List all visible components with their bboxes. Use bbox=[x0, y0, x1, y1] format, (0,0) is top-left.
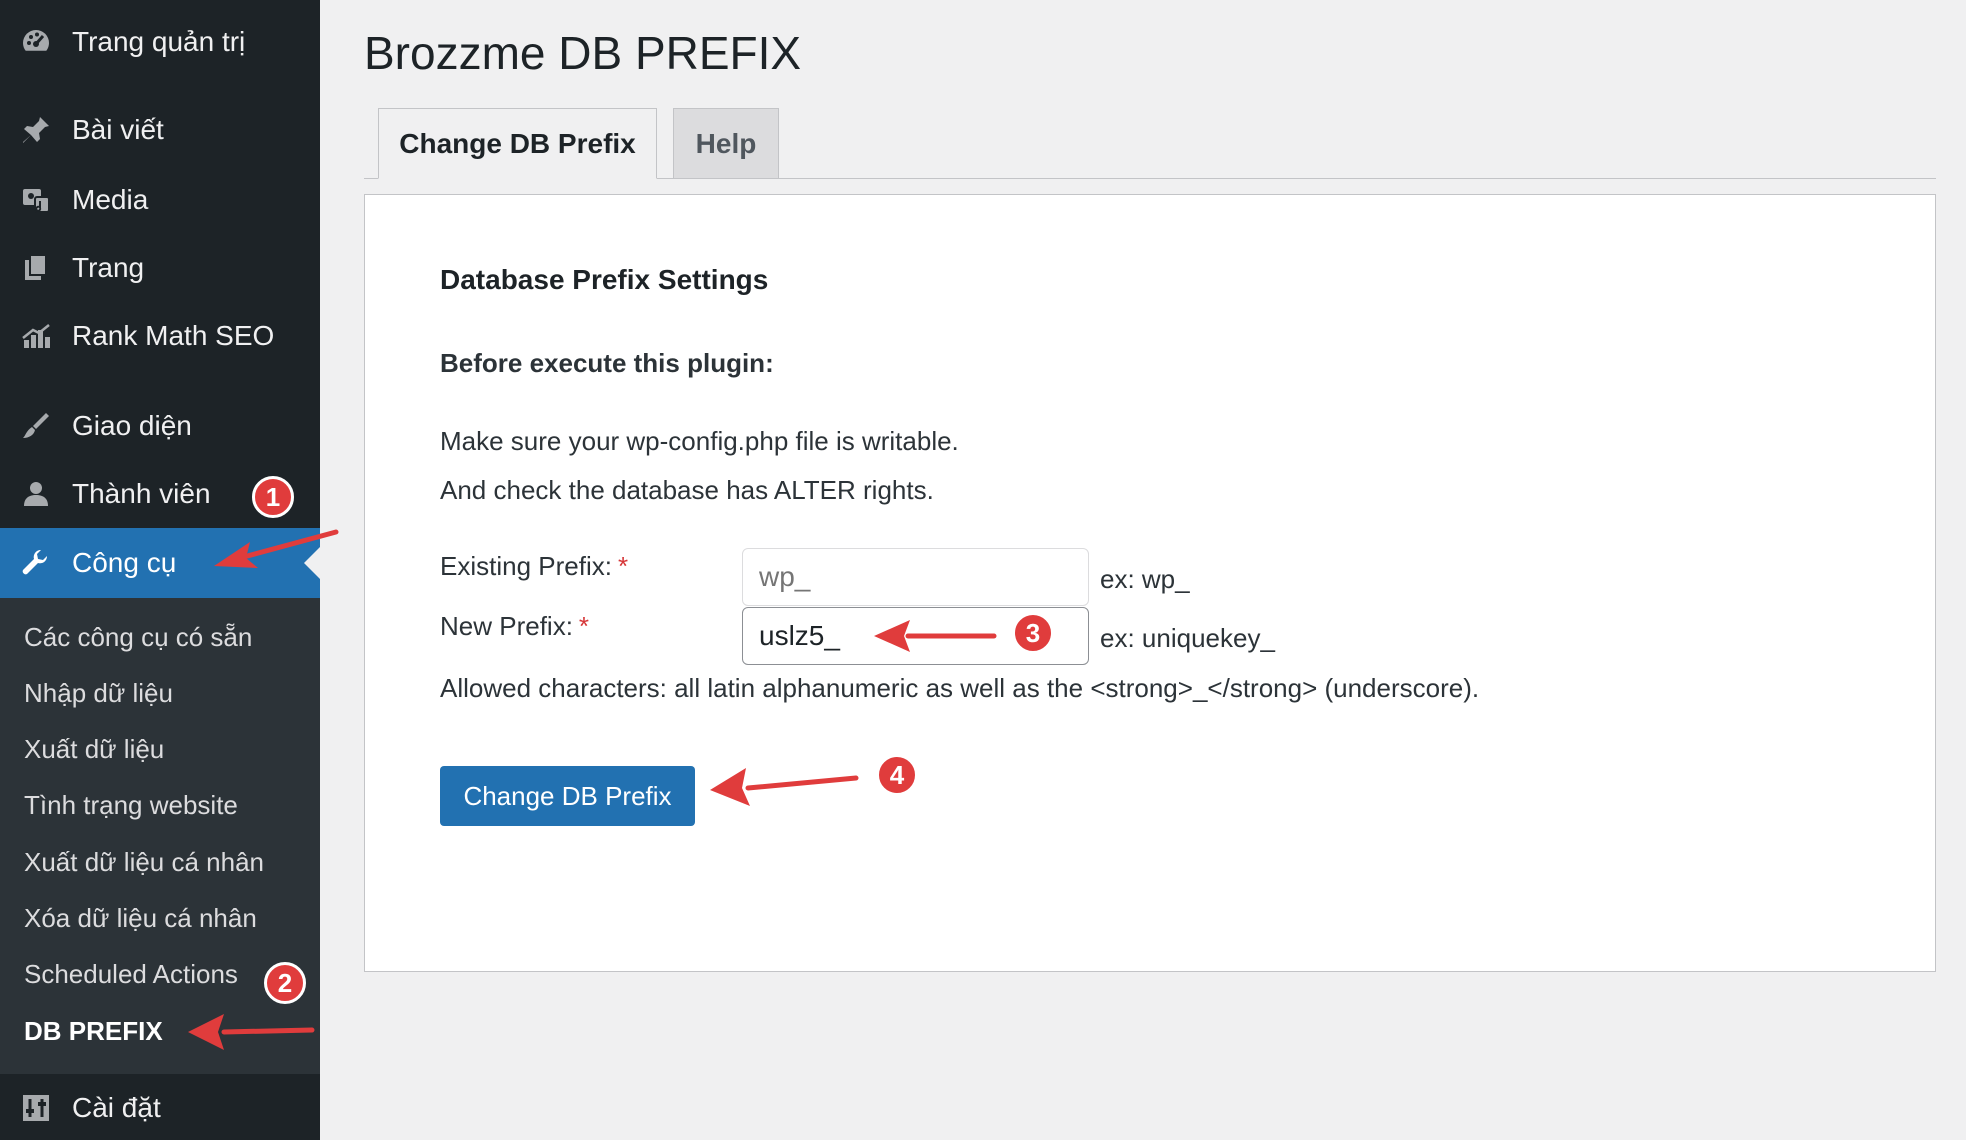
annotation-arrow-db-prefix bbox=[188, 1014, 315, 1050]
menu-label: Cài đặt bbox=[72, 1092, 161, 1123]
change-db-prefix-button[interactable]: Change DB Prefix bbox=[440, 766, 695, 826]
menu-item-dashboard[interactable]: Trang quản trị bbox=[0, 12, 320, 72]
submenu-item-site-health[interactable]: Tình trạng website bbox=[24, 790, 238, 821]
brush-icon bbox=[18, 408, 54, 444]
existing-prefix-hint: ex: wp_ bbox=[1100, 564, 1190, 594]
user-icon bbox=[18, 476, 54, 512]
media-icon bbox=[18, 182, 54, 218]
annotation-arrow-submit bbox=[710, 768, 859, 806]
before-execute-heading: Before execute this plugin: bbox=[440, 348, 774, 378]
tools-submenu: Các công cụ có sẵn Nhập dữ liệu Xuất dữ … bbox=[0, 598, 320, 1074]
annotation-badge-1: 1 bbox=[252, 476, 294, 518]
menu-item-posts[interactable]: Bài viết bbox=[0, 100, 320, 160]
submenu-item-db-prefix[interactable]: DB PREFIX bbox=[24, 1016, 163, 1047]
new-prefix-hint: ex: uniquekey_ bbox=[1100, 623, 1275, 653]
menu-label: Thành viên bbox=[72, 478, 211, 509]
menu-item-settings[interactable]: Cài đặt bbox=[0, 1078, 320, 1138]
menu-item-appearance[interactable]: Giao diện bbox=[0, 396, 320, 456]
existing-prefix-label: Existing Prefix: * bbox=[440, 551, 628, 582]
dashboard-icon bbox=[18, 24, 54, 60]
submenu-item-export[interactable]: Xuất dữ liệu bbox=[24, 734, 164, 765]
menu-label: Trang bbox=[72, 252, 145, 283]
menu-item-media[interactable]: Media bbox=[0, 170, 320, 230]
menu-label: Công cụ bbox=[72, 547, 177, 578]
submenu-item-available-tools[interactable]: Các công cụ có sẵn bbox=[24, 622, 252, 653]
new-prefix-label: New Prefix: * bbox=[440, 611, 589, 642]
pin-icon bbox=[18, 112, 54, 148]
menu-label: Rank Math SEO bbox=[72, 320, 275, 351]
submenu-item-import[interactable]: Nhập dữ liệu bbox=[24, 678, 173, 709]
instruction-writable: Make sure your wp-config.php file is wri… bbox=[440, 426, 959, 456]
annotation-badge-4: 4 bbox=[876, 754, 918, 796]
settings-icon bbox=[18, 1090, 54, 1126]
chart-icon bbox=[18, 318, 54, 354]
existing-prefix-input[interactable] bbox=[742, 548, 1089, 606]
annotation-badge-2: 2 bbox=[264, 962, 306, 1004]
menu-item-rank-math[interactable]: Rank Math SEO bbox=[0, 306, 320, 366]
menu-label: Bài viết bbox=[72, 114, 164, 145]
menu-label: Giao diện bbox=[72, 410, 192, 441]
allowed-characters-note: Allowed characters: all latin alphanumer… bbox=[440, 673, 1480, 703]
pages-icon bbox=[18, 250, 54, 286]
existing-prefix-label-text: Existing Prefix: bbox=[440, 551, 612, 581]
menu-label: Media bbox=[72, 184, 149, 215]
submenu-item-erase-personal[interactable]: Xóa dữ liệu cá nhân bbox=[24, 903, 257, 934]
submenu-item-scheduled-actions[interactable]: Scheduled Actions bbox=[24, 959, 238, 990]
required-mark: * bbox=[617, 551, 629, 581]
new-prefix-label-text: New Prefix: bbox=[440, 611, 573, 641]
required-mark: * bbox=[578, 611, 590, 641]
page-title: Brozzme DB PREFIX bbox=[364, 27, 802, 79]
menu-item-pages[interactable]: Trang bbox=[0, 238, 320, 298]
submenu-item-export-personal[interactable]: Xuất dữ liệu cá nhân bbox=[24, 847, 264, 878]
wrench-icon bbox=[18, 545, 54, 581]
annotation-arrow-new-prefix bbox=[874, 620, 997, 652]
instruction-alter-rights: And check the database has ALTER rights. bbox=[440, 475, 934, 505]
annotation-badge-3: 3 bbox=[1012, 612, 1054, 654]
tab-help[interactable]: Help bbox=[673, 108, 779, 179]
annotation-arrow-tools bbox=[214, 529, 339, 568]
tab-change-db-prefix[interactable]: Change DB Prefix bbox=[378, 108, 657, 179]
menu-label: Trang quản trị bbox=[72, 26, 246, 57]
section-title: Database Prefix Settings bbox=[440, 264, 769, 295]
